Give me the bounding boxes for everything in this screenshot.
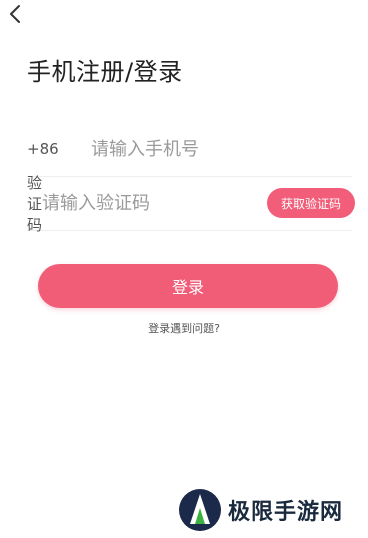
chevron-left-icon	[10, 5, 20, 23]
phone-input[interactable]	[91, 138, 352, 160]
watermark-text: 极限手游网	[228, 499, 344, 525]
watermark-logo-icon	[179, 489, 221, 531]
code-label: 验证码	[27, 173, 43, 234]
login-page: 手机注册/登录 +86 验证码 获取验证码 登录 登录遇到问题? 极限手游网	[0, 0, 368, 538]
page-title: 手机注册/登录	[27, 58, 183, 86]
get-code-button[interactable]: 获取验证码	[267, 188, 356, 218]
country-code: +86	[27, 140, 59, 158]
login-help-link[interactable]: 登录遇到问题?	[0, 320, 368, 336]
phone-row: +86	[27, 122, 352, 177]
code-input[interactable]	[42, 192, 268, 214]
code-row: 验证码 获取验证码	[27, 174, 356, 234]
login-button[interactable]: 登录	[38, 264, 338, 308]
back-button[interactable]	[4, 2, 26, 26]
watermark: 极限手游网	[178, 488, 343, 532]
